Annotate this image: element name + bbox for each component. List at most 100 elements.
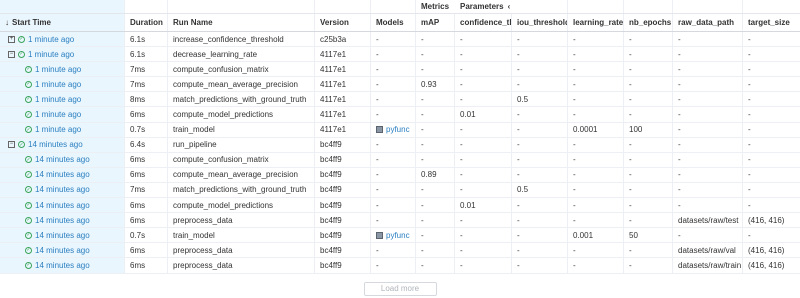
table-row[interactable]: + ✓ 1 minute ago 6.1s increase_confidence_th…: [0, 32, 800, 48]
run-time-link[interactable]: 14 minutes ago: [35, 216, 90, 225]
duration-cell: 6ms: [125, 152, 168, 167]
start-time-cell[interactable]: ✓ 14 minutes ago: [0, 152, 125, 167]
header-map[interactable]: mAP: [416, 14, 455, 31]
run-time-link[interactable]: 14 minutes ago: [35, 261, 90, 270]
run-time-link[interactable]: 1 minute ago: [35, 65, 81, 74]
table-row[interactable]: ✓ 14 minutes ago 6ms preprocess_data bc4ff9-…: [0, 243, 800, 259]
start-time-cell[interactable]: − ✓ 14 minutes ago: [0, 137, 125, 152]
start-time-cell[interactable]: ✓ 14 minutes ago: [0, 167, 125, 182]
start-time-cell[interactable]: ✓ 1 minute ago: [0, 122, 125, 137]
table-row[interactable]: ✓ 14 minutes ago 6ms preprocess_data bc4ff9-…: [0, 213, 800, 229]
start-time-cell[interactable]: ✓ 14 minutes ago: [0, 228, 125, 243]
models-cell: -: [371, 243, 416, 258]
table-row[interactable]: ✓ 14 minutes ago 6ms compute_mean_average_p…: [0, 167, 800, 183]
epochs-cell: -: [624, 137, 673, 152]
table-row[interactable]: ✓ 14 minutes ago 6ms compute_model_predicti…: [0, 198, 800, 214]
raw-data-path-cell: -: [673, 32, 743, 47]
header-iou[interactable]: iou_threshold: [512, 14, 568, 31]
start-time-cell[interactable]: ✓ 14 minutes ago: [0, 258, 125, 273]
table-row[interactable]: ✓ 14 minutes ago 6ms preprocess_data bc4ff9-…: [0, 258, 800, 274]
iou-cell: -: [512, 228, 568, 243]
header-start-time[interactable]: ↓ Start Time: [0, 14, 125, 31]
models-cell: -: [371, 77, 416, 92]
table-row[interactable]: − ✓ 14 minutes ago 6.4s run_pipeline bc4ff9- -…: [0, 137, 800, 153]
epochs-cell: -: [624, 213, 673, 228]
run-time-link[interactable]: 14 minutes ago: [35, 246, 90, 255]
start-time-cell[interactable]: ✓ 14 minutes ago: [0, 198, 125, 213]
raw-data-path-cell: -: [673, 92, 743, 107]
table-row[interactable]: − ✓ 1 minute ago 6.1s decrease_learning_rate…: [0, 47, 800, 63]
iou-cell: -: [512, 122, 568, 137]
header-version[interactable]: Version: [315, 14, 371, 31]
run-time-link[interactable]: 14 minutes ago: [35, 231, 90, 240]
iou-cell: -: [512, 152, 568, 167]
parameters-group[interactable]: Parameters ‹: [455, 0, 512, 13]
table-row[interactable]: ✓ 1 minute ago 6ms compute_model_prediction…: [0, 107, 800, 123]
table-row[interactable]: ✓ 1 minute ago 7ms compute_confusion_matrix…: [0, 62, 800, 78]
confidence-cell: -: [455, 122, 512, 137]
collapse-icon[interactable]: −: [8, 50, 15, 58]
target-size-cell: -: [748, 110, 751, 120]
map-cell: -: [416, 243, 455, 258]
start-time-cell[interactable]: ✓ 14 minutes ago: [0, 243, 125, 258]
learning-rate-cell: 0.0001: [568, 122, 624, 137]
sort-descending-icon: ↓: [5, 18, 9, 27]
header-confidence[interactable]: confidence_thr: [455, 14, 512, 31]
iou-cell: -: [512, 62, 568, 77]
start-time-cell[interactable]: ✓ 1 minute ago: [0, 77, 125, 92]
target-size-cell: (416, 416): [748, 215, 785, 225]
header-duration[interactable]: Duration: [125, 14, 168, 31]
map-cell: -: [416, 213, 455, 228]
header-run-name[interactable]: Run Name: [168, 14, 315, 31]
raw-data-path-cell: -: [673, 182, 743, 198]
run-time-link[interactable]: 14 minutes ago: [35, 185, 90, 194]
start-time-cell[interactable]: − ✓ 1 minute ago: [0, 47, 125, 62]
table-row[interactable]: ✓ 14 minutes ago 6ms compute_confusion_matr…: [0, 152, 800, 168]
header-epochs[interactable]: nb_epochs: [624, 14, 673, 31]
start-time-cell[interactable]: ✓ 1 minute ago: [0, 107, 125, 122]
raw-data-path-cell: -: [673, 107, 743, 122]
header-raw-data-path[interactable]: raw_data_path: [673, 14, 743, 31]
confidence-cell: 0.01: [455, 198, 512, 213]
run-time-link[interactable]: 14 minutes ago: [35, 201, 90, 210]
run-time-link[interactable]: 14 minutes ago: [28, 140, 83, 149]
raw-data-path-cell: -: [673, 77, 743, 92]
load-more-button[interactable]: Load more: [363, 281, 437, 296]
table-row[interactable]: ✓ 1 minute ago 0.7s train_model 4117e1 pyfunc…: [0, 122, 800, 138]
models-cell[interactable]: pyfunc: [371, 228, 416, 243]
raw-data-path-cell: -: [673, 137, 743, 152]
start-time-cell[interactable]: + ✓ 1 minute ago: [0, 32, 125, 47]
collapse-icon[interactable]: −: [8, 141, 15, 149]
run-time-link[interactable]: 14 minutes ago: [35, 155, 90, 164]
run-name-cell: train_model: [168, 228, 315, 243]
model-link[interactable]: pyfunc: [386, 231, 410, 240]
start-time-cell[interactable]: ✓ 1 minute ago: [0, 92, 125, 107]
header-learning-rate[interactable]: learning_rate: [568, 14, 624, 31]
learning-rate-cell: -: [568, 62, 624, 77]
header-target-size[interactable]: target_size: [743, 14, 800, 31]
model-link[interactable]: pyfunc: [386, 125, 410, 134]
chevron-left-icon[interactable]: ‹: [508, 2, 511, 11]
table-row[interactable]: ✓ 1 minute ago 7ms compute_mean_average_pre…: [0, 77, 800, 93]
run-time-link[interactable]: 1 minute ago: [28, 35, 74, 44]
run-time-link[interactable]: 1 minute ago: [35, 110, 81, 119]
confidence-cell: -: [455, 167, 512, 182]
table-row[interactable]: ✓ 14 minutes ago 0.7s train_model bc4ff9 pyfu…: [0, 228, 800, 244]
run-time-link[interactable]: 1 minute ago: [35, 95, 81, 104]
header-models[interactable]: Models: [371, 14, 416, 31]
column-group-header: Metrics Parameters ‹: [0, 0, 800, 14]
run-time-link[interactable]: 1 minute ago: [35, 125, 81, 134]
start-time-cell[interactable]: ✓ 14 minutes ago: [0, 182, 125, 198]
confidence-cell: -: [455, 152, 512, 167]
run-time-link[interactable]: 14 minutes ago: [35, 170, 90, 179]
run-time-link[interactable]: 1 minute ago: [28, 50, 74, 59]
models-cell: -: [371, 152, 416, 167]
expand-icon[interactable]: +: [8, 35, 15, 43]
start-time-cell[interactable]: ✓ 1 minute ago: [0, 62, 125, 77]
table-row[interactable]: ✓ 14 minutes ago 7ms match_predictions_with…: [0, 182, 800, 199]
success-check-icon: ✓: [25, 126, 32, 134]
models-cell[interactable]: pyfunc: [371, 122, 416, 137]
run-time-link[interactable]: 1 minute ago: [35, 80, 81, 89]
table-row[interactable]: ✓ 1 minute ago 8ms match_predictions_with_g…: [0, 92, 800, 108]
start-time-cell[interactable]: ✓ 14 minutes ago: [0, 213, 125, 228]
